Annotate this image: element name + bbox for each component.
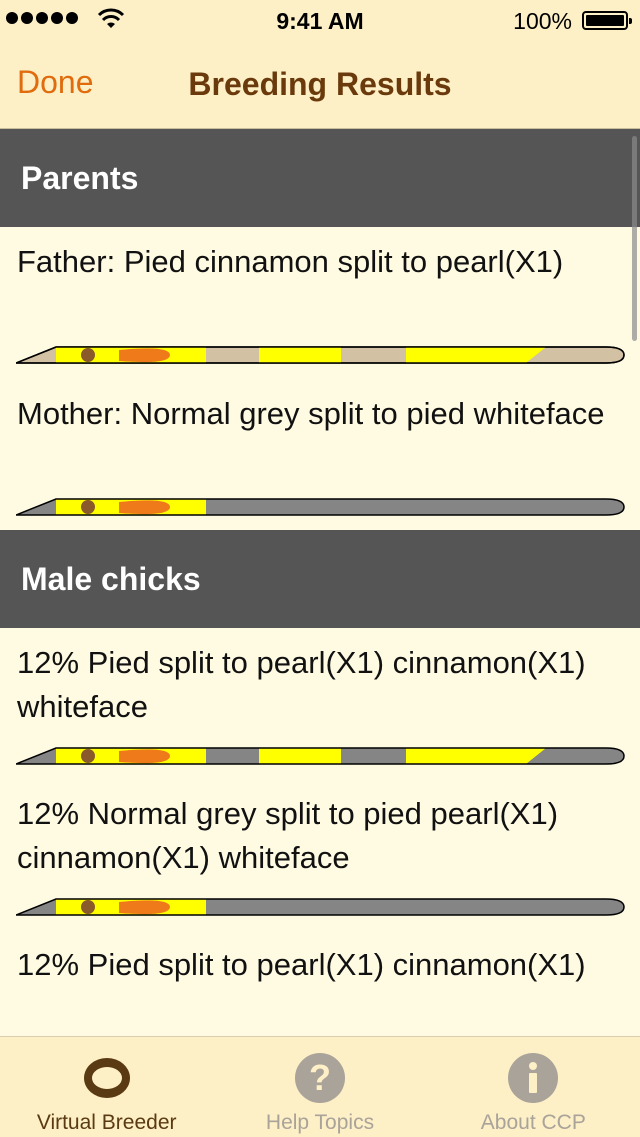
list-item[interactable]: 12% Pied split to pearl(X1) cinnamon(X1) [0, 930, 640, 1036]
bird-color-bar [16, 498, 625, 516]
tab-label: Virtual Breeder [36, 1111, 177, 1134]
battery-percent: 100% [513, 8, 572, 34]
ring-icon [83, 1058, 130, 1098]
status-bar: 9:41 AM 100% [0, 0, 640, 40]
bird-color-bar [16, 346, 625, 364]
navigation-bar: Done Breeding Results [0, 40, 640, 129]
tab-label: Help Topics [265, 1111, 375, 1134]
item-label: 12% Pied split to pearl(X1) cinnamon(X1) [17, 947, 586, 982]
list-item[interactable]: Mother: Normal grey split to pied whitef… [0, 379, 640, 530]
tab-label: About CCP [480, 1111, 586, 1134]
question-icon: ? [294, 1053, 345, 1103]
item-label: 12% Pied split to pearl(X1) cinnamon(X1)… [17, 645, 586, 724]
tab-help-topics[interactable]: ? Help Topics [213, 1037, 426, 1137]
list-item[interactable]: 12% Normal grey split to pied pearl(X1) … [0, 779, 640, 930]
list-item[interactable]: Father: Pied cinnamon split to pearl(X1) [0, 227, 640, 379]
results-list[interactable]: Parents Father: Pied cinnamon split to p… [0, 129, 640, 1036]
item-label: Mother: Normal grey split to pied whitef… [17, 396, 605, 431]
page-title: Breeding Results [188, 66, 452, 102]
tab-virtual-breeder[interactable]: Virtual Breeder [0, 1037, 213, 1137]
tab-bar: Virtual Breeder ? Help Topics About CCP [0, 1036, 640, 1137]
tab-about-ccp[interactable]: About CCP [427, 1037, 640, 1137]
list-item[interactable]: 12% Pied split to pearl(X1) cinnamon(X1)… [0, 628, 640, 779]
section-header-parents: Parents [0, 129, 640, 227]
section-header-male-chicks: Male chicks [0, 530, 640, 628]
bird-color-bar [16, 747, 625, 765]
bird-color-bar [16, 898, 625, 916]
svg-text:?: ? [309, 1057, 331, 1098]
battery-icon [582, 11, 632, 30]
item-label: Father: Pied cinnamon split to pearl(X1) [17, 244, 564, 279]
info-icon [508, 1053, 559, 1103]
scroll-indicator[interactable] [632, 136, 637, 341]
item-label: 12% Normal grey split to pied pearl(X1) … [17, 796, 559, 875]
